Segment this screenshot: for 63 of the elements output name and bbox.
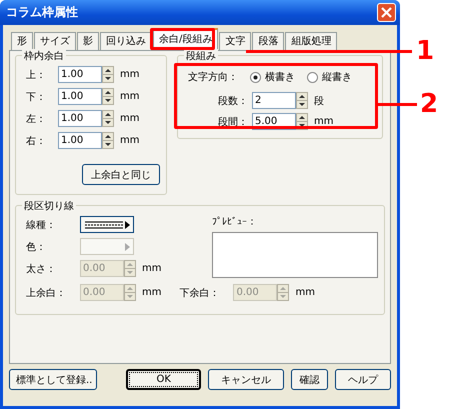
unit-label: mm (314, 116, 334, 127)
number-field[interactable]: 1.00 (58, 88, 102, 105)
radio-label: 縦書き (322, 70, 352, 84)
spin-button[interactable] (102, 110, 114, 127)
tab[interactable]: サイズ (34, 32, 76, 50)
radio-label: 横書き (265, 70, 295, 84)
dialog-button[interactable]: 標準として登録.. (9, 369, 97, 390)
leader-line (378, 103, 417, 106)
field-label: 線種： (26, 218, 57, 232)
field-label: 太さ： (26, 262, 57, 276)
unit-label: mm (120, 113, 140, 124)
group-title: 段組み (184, 49, 218, 63)
spin-button[interactable] (102, 132, 114, 149)
tab[interactable]: 段落 (252, 32, 284, 50)
close-icon (381, 7, 392, 18)
dialog-button[interactable]: OK (126, 369, 202, 390)
field-label: 左： (26, 112, 47, 126)
unit-label: mm (142, 287, 162, 298)
tab[interactable]: 回り込み (100, 32, 152, 50)
window-title: コラム枠属性 (6, 4, 78, 21)
callout-number: 1 (416, 38, 434, 64)
field-label: 文字方向： (188, 70, 238, 84)
unit-label: mm (120, 135, 140, 146)
tab[interactable]: 組版処理 (285, 32, 338, 50)
tab[interactable]: 形 (11, 32, 33, 50)
dialog-button[interactable]: 確認 (290, 369, 328, 390)
field-label: 段数： (217, 94, 248, 108)
group-title: 枠内余白 (22, 49, 66, 63)
unit-label: 段 (314, 94, 324, 108)
close-button[interactable] (377, 3, 396, 22)
unit-label: mm (142, 263, 162, 274)
field-label: 上： (26, 68, 47, 82)
caret-icon (125, 220, 130, 228)
unit-label: mm (120, 69, 140, 80)
caret-icon (125, 242, 130, 250)
spin-button[interactable] (296, 92, 308, 109)
preview-label: ﾌﾟﾚﾋﾞｭｰ： (212, 216, 258, 228)
spin-button[interactable] (102, 66, 114, 83)
tab[interactable]: 文字 (219, 32, 252, 50)
field-label: 下余白： (179, 286, 220, 300)
field-label: 右： (26, 134, 47, 148)
spin-button[interactable] (102, 88, 114, 105)
group-title: 段区切り線 (22, 199, 76, 213)
unit-label: mm (295, 287, 315, 298)
radio-button[interactable]: 横書き (250, 70, 295, 84)
field-label: 下： (26, 90, 47, 104)
field-label: 色： (26, 240, 47, 254)
same-as-top-button[interactable]: 上余白と同じ (82, 164, 160, 185)
tab[interactable]: 影 (77, 32, 99, 50)
field-label: 上余白： (26, 286, 67, 300)
number-field[interactable]: 1.00 (58, 110, 102, 127)
unit-label: mm (120, 91, 140, 102)
field-label: 段間： (217, 116, 248, 128)
dialog-button[interactable]: ヘルプ (334, 369, 391, 390)
radio-button[interactable]: 縦書き (307, 70, 352, 84)
callout-number: 2 (420, 91, 438, 117)
number-field[interactable]: 1.00 (58, 132, 102, 149)
number-field[interactable]: 1.00 (58, 66, 102, 83)
line-style-button[interactable] (80, 216, 134, 233)
callout-frame (150, 28, 216, 50)
number-field[interactable]: 2 (252, 92, 296, 109)
dialog-button[interactable]: キャンセル (208, 369, 284, 390)
dashed-line-icon (85, 220, 123, 228)
